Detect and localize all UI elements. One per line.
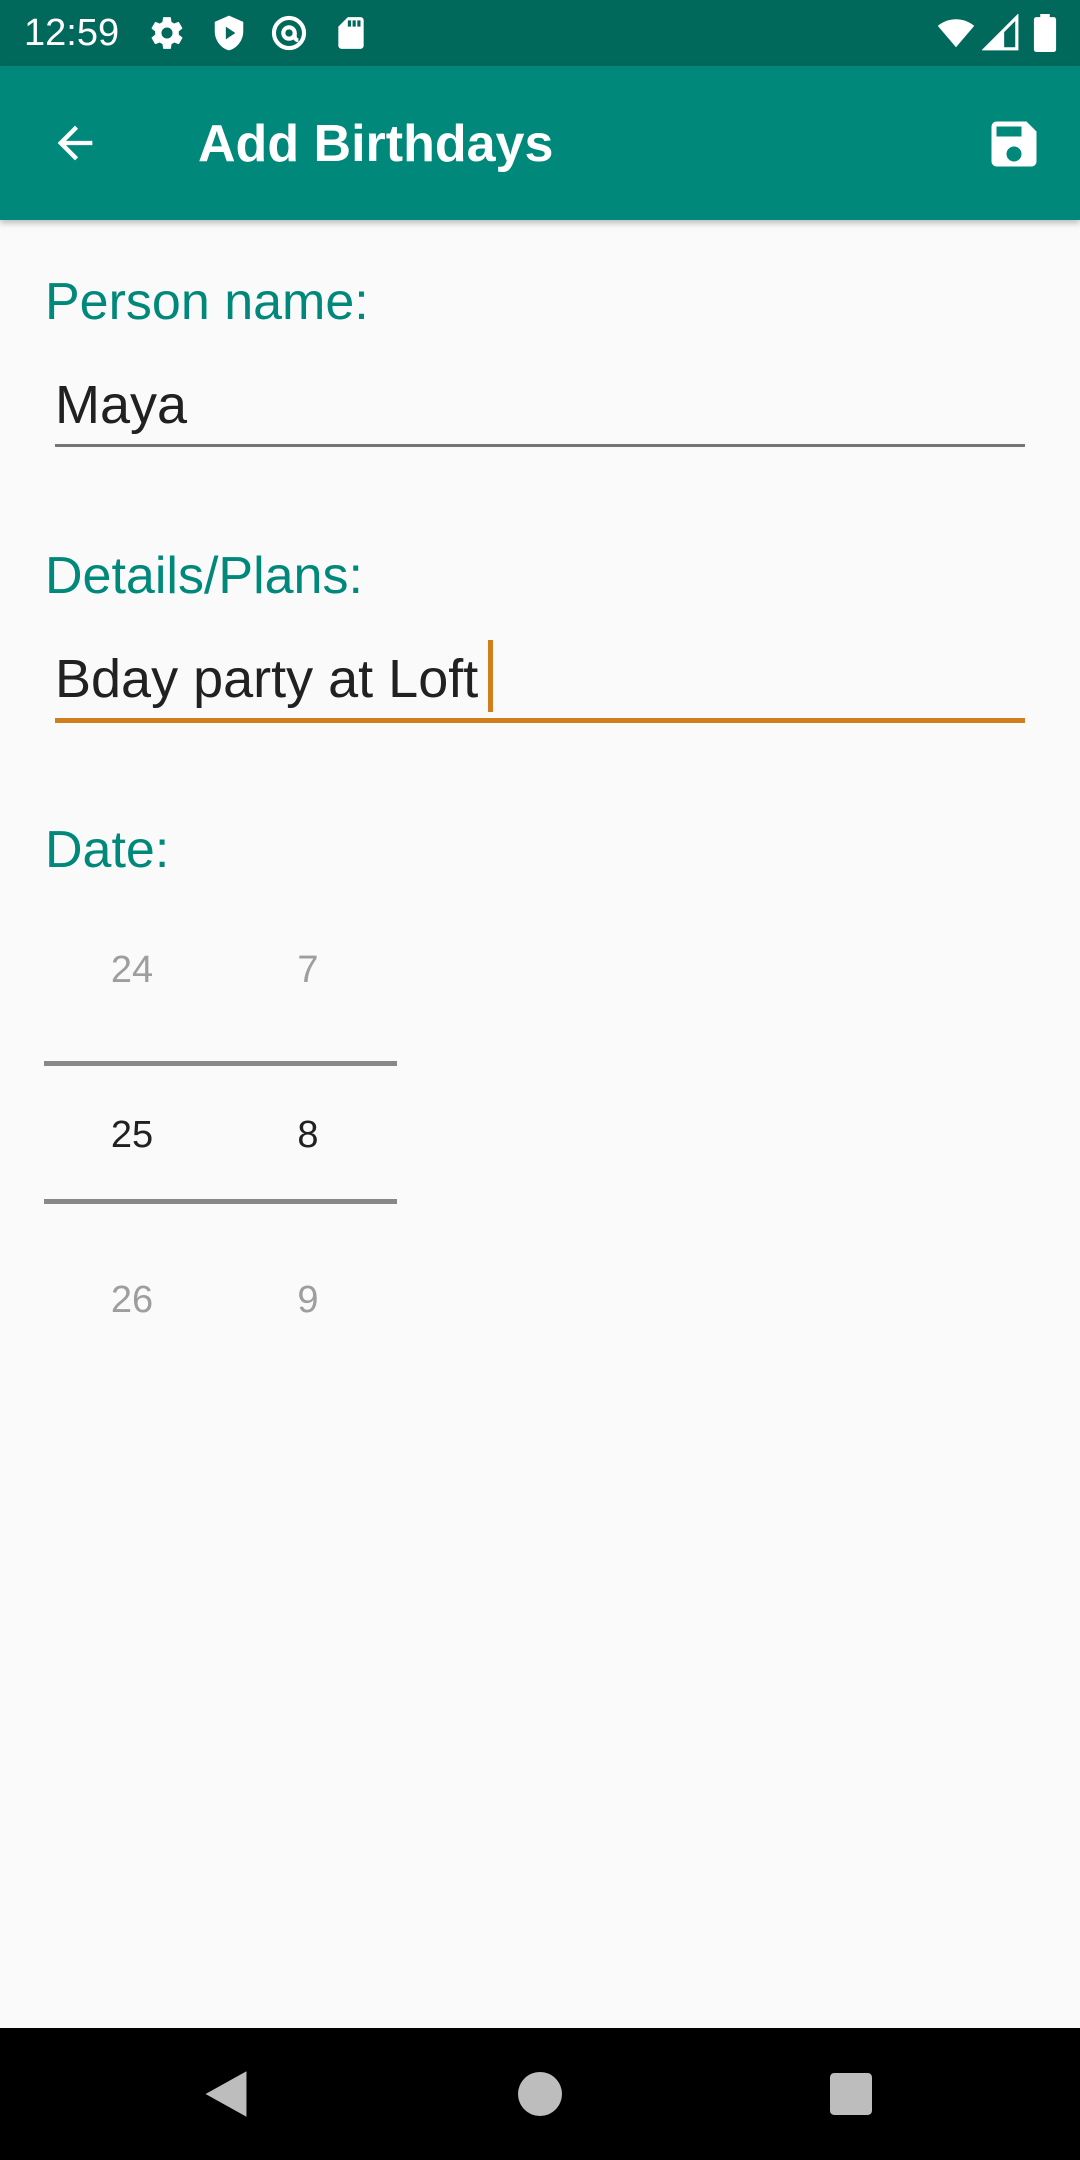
picker-divider-bottom (44, 1199, 397, 1204)
save-icon (991, 121, 1037, 167)
details-label: Details/Plans: (45, 547, 363, 605)
page-title: Add Birthdays (198, 115, 554, 173)
details-underline (55, 718, 1025, 723)
person-name-underline (55, 444, 1025, 447)
sd-card-icon (338, 17, 364, 49)
month-picker-next[interactable]: 9 (220, 1260, 396, 1340)
status-time: 12:59 (24, 12, 120, 54)
status-bar: 12:59 (0, 0, 1080, 66)
day-picker-prev[interactable]: 24 (44, 930, 220, 1010)
app-bar: Add Birthdays (0, 66, 1080, 220)
day-picker-selected[interactable]: 25 (44, 1095, 220, 1175)
day-picker[interactable]: 24 25 26 (44, 900, 220, 1340)
save-button[interactable] (975, 110, 1053, 178)
navigation-bar (0, 2028, 1080, 2160)
person-name-input[interactable] (55, 360, 1025, 450)
home-circle-icon (518, 2072, 562, 2116)
month-picker-selected[interactable]: 8 (220, 1095, 396, 1175)
text-cursor (488, 640, 493, 712)
back-button[interactable] (30, 110, 120, 176)
nav-back-button[interactable] (178, 2058, 274, 2130)
shield-icon (214, 15, 244, 51)
recents-square-icon (830, 2073, 872, 2115)
details-input[interactable] (55, 634, 1025, 724)
date-label: Date: (45, 821, 170, 879)
day-picker-next[interactable]: 26 (44, 1260, 220, 1340)
month-picker-prev[interactable]: 7 (220, 930, 396, 1010)
nav-recents-button[interactable] (803, 2058, 899, 2130)
arrow-back-icon (57, 125, 93, 161)
person-name-label: Person name: (45, 273, 369, 331)
settings-icon (151, 17, 183, 49)
signal-icon (982, 14, 1019, 51)
wifi-icon (937, 19, 975, 48)
battery-icon (1033, 14, 1057, 52)
nav-home-button[interactable] (492, 2058, 588, 2130)
at-sign-icon (271, 15, 307, 51)
month-picker[interactable]: 7 8 9 (220, 900, 396, 1340)
back-triangle-icon (205, 2071, 247, 2117)
picker-divider-top (44, 1061, 397, 1066)
